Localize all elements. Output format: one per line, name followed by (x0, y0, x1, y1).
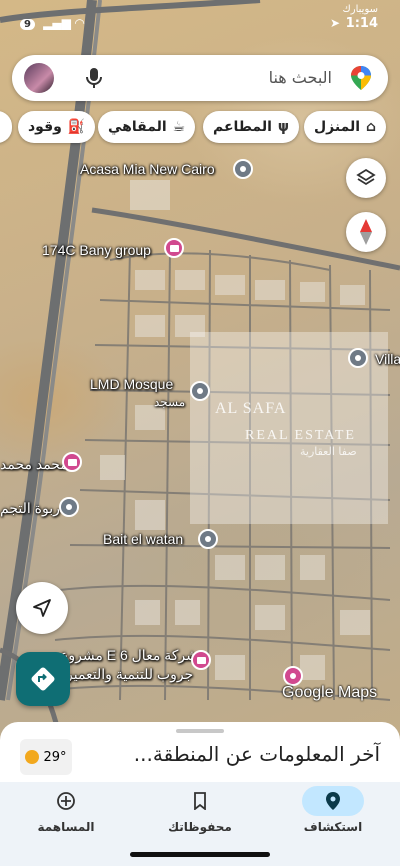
place-label-mohamed[interactable]: محمد محمد (0, 456, 68, 473)
watermark-subtitle: REAL ESTATE (245, 428, 356, 443)
place-pin-icon[interactable] (283, 666, 303, 686)
search-input[interactable]: البحث هنا (269, 68, 332, 87)
location-arrow-icon (33, 599, 51, 617)
chip-more[interactable] (0, 111, 12, 143)
bookmark-icon (194, 792, 206, 810)
status-bar: 9 ▂▄▆ ◠ سويبارك ➤ 1:14 (0, 4, 400, 36)
place-label-bait[interactable]: Bait el watan (103, 531, 183, 547)
signal-indicator: 9 ▂▄▆ ◠ (20, 16, 84, 30)
place-pin-icon[interactable] (233, 159, 253, 179)
tab-explore[interactable]: استكشاف (273, 786, 393, 842)
hotel-pin-icon[interactable] (164, 238, 184, 258)
add-circle-icon (57, 792, 75, 810)
tab-saved[interactable]: محفوظاتك (140, 786, 260, 842)
tab-explore-label: استكشاف (303, 820, 363, 834)
location-arrow-icon: ➤ (329, 16, 340, 30)
google-maps-attribution: Google Maps (282, 684, 378, 701)
carrier-label: سويبارك (342, 4, 378, 15)
directions-icon (31, 667, 55, 691)
watermark-title: AL SAFA (215, 400, 287, 417)
compass-icon (360, 219, 372, 245)
place-label-project-sub: جروب للتنمية والتعمير (66, 666, 194, 682)
hotel-pin-icon[interactable] (62, 452, 82, 472)
tab-contribute-label: المساهمة (37, 820, 95, 834)
place-label-project[interactable]: مشروع E 6 شركة معال (60, 647, 198, 664)
chip-restaurants[interactable]: ψ المطاعم (203, 111, 300, 143)
place-label-acasa[interactable]: Acasa Mia New Cairo (80, 161, 215, 177)
hotel-pin-icon[interactable] (191, 650, 211, 670)
home-icon: ⌂ (366, 119, 377, 135)
watermark-arabic: صفا العقارية (300, 445, 357, 458)
chip-cafes[interactable]: ☕ المقاهي (98, 111, 196, 143)
layers-icon (356, 168, 376, 186)
my-location-button[interactable] (16, 582, 68, 634)
home-indicator (130, 852, 270, 857)
directions-button[interactable] (16, 652, 70, 706)
explore-sheet[interactable]: آخر المعلومات عن المنطقة... 29° (0, 722, 400, 782)
fuel-icon: ⛽ (67, 119, 86, 135)
layers-button[interactable] (346, 158, 386, 198)
microphone-icon[interactable] (84, 66, 104, 90)
temperature-value: 29° (43, 749, 67, 765)
weather-badge[interactable]: 29° (20, 739, 72, 775)
place-label-bany[interactable]: 174C Bany group (42, 242, 151, 258)
chip-home[interactable]: ⌂ المنزل (304, 111, 387, 143)
sheet-title: آخر المعلومات عن المنطقة... (133, 742, 380, 766)
tab-contribute[interactable]: المساهمة (6, 786, 126, 842)
place-label-lmd[interactable]: LMD Mosque (90, 376, 173, 392)
explore-pin-icon (326, 792, 340, 810)
place-pin-icon[interactable] (348, 348, 368, 368)
chip-fuel[interactable]: ⛽ وقود (18, 111, 96, 143)
place-label-rabwa[interactable]: ربوة التجم (0, 500, 60, 517)
tab-saved-label: محفوظاتك (168, 820, 232, 834)
sun-icon (25, 750, 40, 764)
restaurant-icon: ψ (277, 119, 290, 135)
cafe-icon: ☕ (172, 119, 186, 135)
avatar[interactable] (24, 63, 54, 93)
sheet-drag-handle[interactable] (176, 729, 224, 733)
search-bar[interactable]: البحث هنا (12, 55, 388, 101)
google-maps-logo-icon (351, 66, 371, 90)
category-chips: ⌂ المنزل ψ المطاعم ☕ المقاهي ⛽ وقود (0, 111, 400, 143)
compass-button[interactable] (346, 212, 386, 252)
place-sublabel-lmd: مسجد (154, 395, 186, 409)
status-time: 1:14 (345, 16, 378, 31)
place-pin-icon[interactable] (198, 529, 218, 549)
place-label-villa[interactable]: Villa (375, 351, 400, 367)
place-pin-icon[interactable] (59, 497, 79, 517)
mosque-pin-icon[interactable] (190, 381, 210, 401)
